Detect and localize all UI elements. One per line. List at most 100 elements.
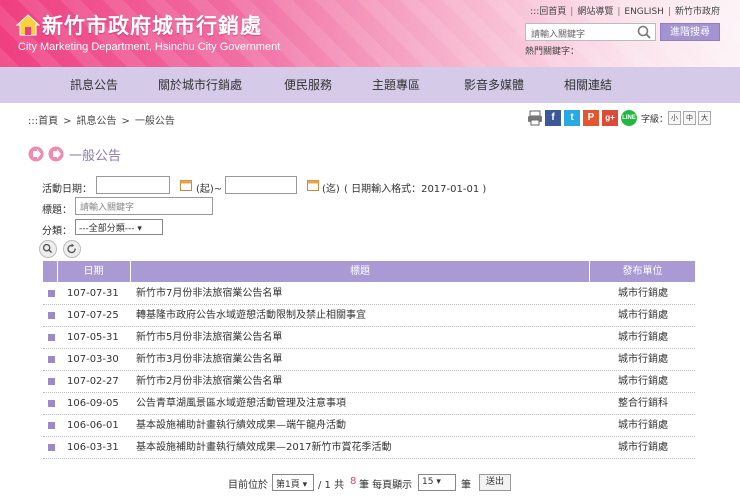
send-button[interactable]: 送出 — [479, 474, 511, 491]
pager-of-label: / 1 共 — [318, 480, 345, 491]
facebook-icon[interactable]: f — [545, 110, 561, 126]
date-from-label: (起)~ — [196, 184, 223, 195]
table-row[interactable]: 106-09-05 公告青草湖風景區水域遊憩活動管理及注意事項 整合行銷科 — [43, 393, 695, 415]
table-row[interactable]: 107-07-25 轉基隆市政府公告水域遊憩活動限制及禁止相關事宜 城市行銷處 — [43, 305, 695, 327]
toplink-city-gov[interactable]: 新竹市政府 — [675, 7, 720, 17]
row-title-link[interactable]: 新竹市7月份非法旅宿業公告名單 — [136, 283, 586, 305]
row-bullet — [48, 334, 55, 341]
site-title[interactable]: 新竹市政府城市行銷處 — [42, 10, 262, 40]
plurk-icon[interactable]: P — [583, 110, 599, 126]
table-row[interactable]: 107-07-31 新竹市7月份非法旅宿業公告名單 城市行銷處 — [43, 283, 695, 305]
keyword-input[interactable]: 請輸入關鍵字 — [75, 197, 213, 215]
font-size-medium-button[interactable]: 中 — [683, 111, 696, 125]
row-title-link[interactable]: 新竹市5月份非法旅宿業公告名單 — [136, 327, 586, 349]
breadcrumb-announcements[interactable]: 訊息公告 — [77, 116, 117, 127]
row-bullet — [48, 422, 55, 429]
row-bullet — [48, 290, 55, 297]
toplink-home[interactable]: :::回首頁 — [530, 7, 566, 17]
row-unit: 城市行銷處 — [618, 376, 668, 387]
table-row[interactable]: 106-06-01 基本設施補助計畫執行績效成果—端午龍舟活動 城市行銷處 — [43, 415, 695, 437]
table-header: 日期 標題 發布單位 — [43, 261, 695, 282]
date-to-input[interactable] — [225, 176, 297, 194]
googleplus-icon[interactable]: g+ — [602, 110, 618, 126]
advanced-search-button[interactable]: 進階搜尋 — [660, 23, 720, 41]
row-unit: 城市行銷處 — [618, 354, 668, 365]
toplink-separator: | — [667, 7, 671, 17]
row-title-link[interactable]: 基本設施補助計畫執行績效成果—端午龍舟活動 — [136, 415, 586, 437]
row-title-link[interactable]: 公告青草湖風景區水域遊憩活動管理及注意事項 — [136, 393, 586, 415]
nav-item-announcements[interactable]: 訊息公告 — [62, 67, 126, 103]
header-title: 標題 — [350, 266, 370, 277]
heading-arrows-icon — [28, 146, 64, 162]
category-select-value: ---全部分類--- — [79, 224, 135, 234]
nav-item-about[interactable]: 關於城市行銷處 — [152, 67, 248, 103]
toplink-sitemap[interactable]: 網站導覽 — [577, 7, 613, 17]
header-divider — [57, 261, 58, 282]
calendar-icon[interactable] — [307, 179, 319, 191]
pager-unit-label: 筆 — [461, 480, 471, 491]
row-unit: 城市行銷處 — [618, 442, 668, 453]
site-subtitle: City Marketing Department, Hsinchu City … — [18, 41, 281, 53]
page-title: 一般公告 — [69, 149, 122, 164]
toplink-separator: | — [617, 7, 621, 17]
line-icon[interactable]: LINE — [621, 110, 637, 126]
date-to-label: (迄) — [322, 184, 340, 195]
header-date: 日期 — [83, 266, 104, 277]
row-date: 107-02-27 — [67, 376, 119, 387]
row-title-link[interactable]: 新竹市2月份非法旅宿業公告名單 — [136, 371, 586, 393]
row-unit: 城市行銷處 — [618, 420, 668, 431]
breadcrumb: :::首頁 > 訊息公告 > 一般公告 — [28, 112, 175, 127]
table-row[interactable]: 107-02-27 新竹市2月份非法旅宿業公告名單 城市行銷處 — [43, 371, 695, 393]
toplink-separator: | — [570, 7, 574, 17]
row-bullet — [48, 444, 55, 451]
row-date: 107-07-31 — [67, 288, 119, 299]
row-date: 107-05-31 — [67, 332, 119, 343]
row-date: 107-07-25 — [67, 310, 119, 321]
row-title-link[interactable]: 新竹市3月份非法旅宿業公告名單 — [136, 349, 586, 371]
breadcrumb-separator: > — [63, 116, 72, 127]
page-select[interactable]: 第1頁 ▾ — [272, 474, 314, 491]
row-bullet — [48, 400, 55, 407]
nav-item-links[interactable]: 相關連結 — [556, 67, 620, 103]
row-date: 106-06-01 — [67, 420, 119, 431]
search-icon[interactable] — [636, 24, 654, 40]
per-page-select[interactable]: 15 ▾ — [418, 474, 456, 491]
nav-item-multimedia[interactable]: 影音多媒體 — [456, 67, 532, 103]
logo-house-icon — [16, 14, 40, 36]
header-unit: 發布單位 — [622, 266, 663, 277]
row-bullet — [48, 312, 55, 319]
twitter-icon[interactable]: t — [564, 110, 580, 126]
main-nav: 訊息公告 關於城市行銷處 便民服務 主題專區 影音多媒體 相關連結 — [0, 67, 740, 103]
pager-total-count: 8 — [350, 476, 357, 487]
nav-item-topics[interactable]: 主題專區 — [364, 67, 428, 103]
pager-current-label: 目前位於 — [228, 480, 268, 491]
table-row[interactable]: 106-03-31 基本設施補助計畫執行績效成果—2017新竹市賞花季活動 城市… — [43, 437, 695, 459]
date-format-hint: ( 日期輸入格式：2017-01-01 ) — [344, 184, 487, 195]
nav-item-services[interactable]: 便民服務 — [276, 67, 340, 103]
date-from-input[interactable] — [96, 176, 170, 194]
row-title-link[interactable]: 基本設施補助計畫執行績效成果—2017新竹市賞花季活動 — [136, 437, 586, 459]
date-label: 活動日期： — [42, 184, 92, 195]
row-title-link[interactable]: 轉基隆市政府公告水域遊憩活動限制及禁止相關事宜 — [136, 305, 586, 327]
print-icon[interactable] — [527, 110, 543, 126]
search-icon[interactable] — [39, 240, 57, 258]
breadcrumb-separator: > — [121, 116, 130, 127]
breadcrumb-home[interactable]: :::首頁 — [28, 116, 58, 127]
table-row[interactable]: 107-05-31 新竹市5月份非法旅宿業公告名單 城市行銷處 — [43, 327, 695, 349]
row-unit: 整合行銷科 — [618, 398, 668, 409]
font-size-small-button[interactable]: 小 — [668, 111, 681, 125]
row-unit: 城市行銷處 — [618, 332, 668, 343]
row-date: 106-09-05 — [67, 398, 119, 409]
toplink-english[interactable]: ENGLISH — [624, 7, 664, 17]
page-select-value: 第1頁 — [276, 480, 300, 490]
table-row[interactable]: 107-03-30 新竹市3月份非法旅宿業公告名單 城市行銷處 — [43, 349, 695, 371]
category-label: 分類： — [42, 226, 72, 237]
category-select[interactable]: ---全部分類--- ▾ — [75, 219, 163, 235]
site-header: 新竹市政府城市行銷處 City Marketing Department, Hs… — [0, 0, 740, 67]
calendar-icon[interactable] — [180, 179, 192, 191]
font-size-label: 字級： — [641, 115, 669, 125]
font-size-large-button[interactable]: 大 — [698, 111, 711, 125]
reset-icon[interactable] — [63, 240, 81, 258]
row-bullet — [48, 356, 55, 363]
breadcrumb-current[interactable]: 一般公告 — [135, 116, 175, 127]
